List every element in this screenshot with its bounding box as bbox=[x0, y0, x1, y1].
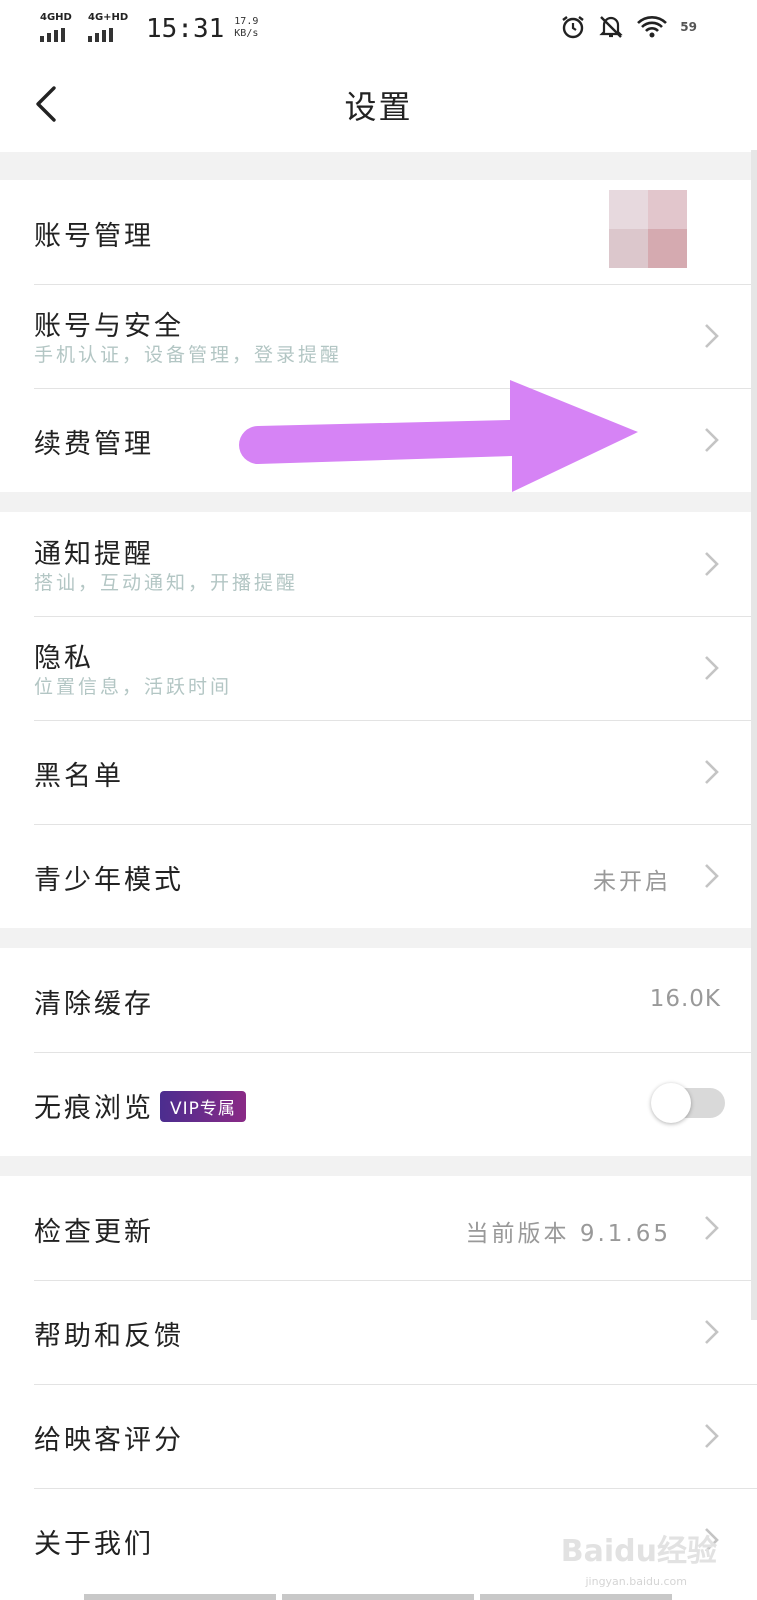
network-speed-unit: KB/s bbox=[234, 28, 259, 39]
chevron-right-icon bbox=[705, 428, 719, 452]
settings-item-subtitle: 手机认证，设备管理，登录提醒 bbox=[34, 344, 343, 366]
network-type-label: 4G+HD bbox=[88, 12, 129, 23]
settings-item-label: 通知提醒 bbox=[34, 539, 154, 570]
chevron-right-icon bbox=[705, 864, 719, 888]
incognito-label: 无痕浏览 bbox=[34, 1093, 154, 1124]
settings-item-clear-cache[interactable]: 清除缓存 16.0K bbox=[0, 948, 757, 1052]
signal-icon-sim1: 4GHD bbox=[40, 12, 78, 42]
chevron-right-icon bbox=[705, 552, 719, 576]
settings-item-label: 清除缓存 bbox=[34, 989, 154, 1020]
chevron-right-icon bbox=[705, 1424, 719, 1448]
chevron-right-icon bbox=[705, 324, 719, 348]
watermark-url: jingyan.baidu.com bbox=[585, 1575, 687, 1588]
chevron-right-icon bbox=[705, 1320, 719, 1344]
settings-item-label: 给映客评分 bbox=[34, 1425, 184, 1456]
wifi-icon bbox=[637, 16, 668, 38]
alarm-icon bbox=[562, 16, 585, 39]
status-bar-right: 59 bbox=[560, 14, 697, 40]
settings-item-label: 检查更新 bbox=[34, 1217, 154, 1248]
status-bar-left: 4GHD 4G+HD 15:31 17.9 KB/s bbox=[40, 12, 258, 44]
current-version: 当前版本 9.1.65 bbox=[465, 1221, 671, 1247]
settings-item-help-feedback[interactable]: 帮助和反馈 bbox=[0, 1280, 757, 1384]
settings-item-check-update[interactable]: 检查更新 当前版本 9.1.65 bbox=[0, 1176, 757, 1280]
incognito-toggle[interactable] bbox=[651, 1083, 725, 1123]
network-speed: 17.9 KB/s bbox=[234, 16, 258, 40]
teen-mode-status: 未开启 bbox=[593, 869, 671, 895]
settings-item-blacklist[interactable]: 黑名单 bbox=[0, 720, 757, 824]
chevron-right-icon bbox=[705, 1216, 719, 1240]
settings-item-label: 账号与安全 bbox=[34, 311, 184, 342]
status-bar: 4GHD 4G+HD 15:31 17.9 KB/s 59 bbox=[0, 0, 757, 56]
toggle-knob bbox=[651, 1083, 691, 1123]
settings-item-incognito-browsing: 无痕浏览 VIP专属 bbox=[0, 1052, 757, 1156]
chevron-right-icon bbox=[705, 656, 719, 680]
settings-item-label: 帮助和反馈 bbox=[34, 1321, 184, 1352]
bottom-gesture-bar bbox=[84, 1594, 672, 1600]
cache-size: 16.0K bbox=[649, 986, 721, 1012]
settings-item-label: 账号管理 bbox=[34, 221, 154, 252]
settings-item-notifications[interactable]: 通知提醒 搭讪，互动通知，开播提醒 bbox=[0, 512, 757, 616]
settings-item-label: 黑名单 bbox=[34, 761, 124, 792]
settings-item-teen-mode[interactable]: 青少年模式 未开启 bbox=[0, 824, 757, 928]
settings-item-label: 隐私 bbox=[34, 643, 94, 674]
settings-item-account-management[interactable]: 账号管理 bbox=[0, 180, 757, 284]
navigation-bar: 设置 bbox=[0, 56, 757, 152]
settings-item-subtitle: 位置信息，活跃时间 bbox=[34, 676, 233, 698]
vip-badge: VIP专属 bbox=[160, 1091, 246, 1122]
settings-item-subtitle: 搭讪，互动通知，开播提醒 bbox=[34, 572, 299, 594]
settings-group-browsing: 清除缓存 16.0K 无痕浏览 VIP专属 bbox=[0, 948, 757, 1156]
settings-item-label: 青少年模式 bbox=[34, 865, 184, 896]
scrollbar[interactable] bbox=[751, 150, 757, 1320]
network-type-label: 4GHD bbox=[40, 12, 72, 23]
watermark-logo: Baidu经验 bbox=[560, 1534, 717, 1569]
settings-item-rate-app[interactable]: 给映客评分 bbox=[0, 1384, 757, 1488]
avatar[interactable] bbox=[609, 190, 687, 268]
settings-item-label: 续费管理 bbox=[34, 429, 154, 460]
network-speed-value: 17.9 bbox=[234, 16, 259, 27]
settings-item-label: 无痕浏览 VIP专属 bbox=[34, 1086, 246, 1125]
bell-muted-icon bbox=[599, 16, 623, 38]
settings-item-privacy[interactable]: 隐私 位置信息，活跃时间 bbox=[0, 616, 757, 720]
annotation-arrow-icon bbox=[239, 380, 638, 492]
settings-item-account-security[interactable]: 账号与安全 手机认证，设备管理，登录提醒 bbox=[0, 284, 757, 388]
page-title: 设置 bbox=[344, 88, 413, 126]
settings-item-label: 关于我们 bbox=[34, 1529, 154, 1560]
status-time: 15:31 bbox=[146, 14, 225, 44]
settings-group-notifications: 通知提醒 搭讪，互动通知，开播提醒 隐私 位置信息，活跃时间 黑名单 青少年模式… bbox=[0, 512, 757, 928]
chevron-right-icon bbox=[705, 760, 719, 784]
battery-indicator: 59 bbox=[680, 20, 697, 34]
signal-icon-sim2: 4G+HD bbox=[88, 12, 132, 42]
